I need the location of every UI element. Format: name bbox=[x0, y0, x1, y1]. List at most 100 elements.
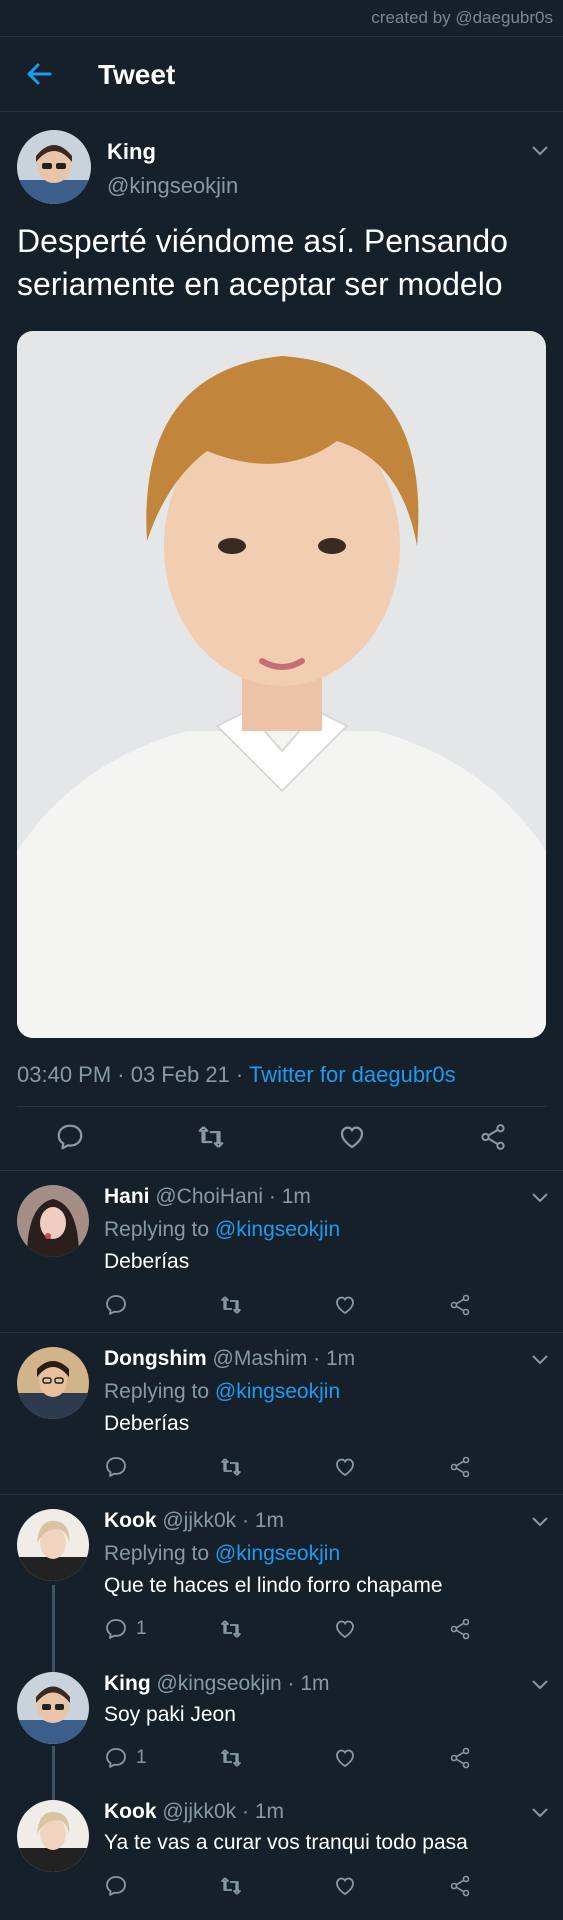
replying-to: Replying to @kingseokjin bbox=[104, 1218, 341, 1241]
reply-text: Deberías bbox=[104, 1250, 190, 1273]
reply-header: Dongshim @Mashim · 1m bbox=[104, 1347, 355, 1371]
like-button[interactable] bbox=[333, 1871, 357, 1901]
author-name[interactable]: King bbox=[107, 139, 156, 165]
reply-button[interactable] bbox=[104, 1871, 136, 1901]
reply-author-name[interactable]: Kook bbox=[104, 1800, 157, 1823]
reply-icon bbox=[106, 1295, 126, 1315]
mention-link[interactable]: @kingseokjin bbox=[215, 1542, 340, 1565]
share-icon bbox=[450, 1294, 470, 1316]
reply-meta: @jjkk0k · 1m bbox=[156, 1800, 284, 1823]
share-icon bbox=[481, 1124, 505, 1150]
reply-button[interactable] bbox=[104, 1452, 136, 1482]
reply-count: 1 bbox=[136, 1747, 147, 1768]
reply-icon bbox=[57, 1124, 83, 1150]
like-button[interactable] bbox=[333, 1452, 357, 1482]
avatar[interactable] bbox=[17, 1185, 89, 1257]
reply-icon bbox=[106, 1876, 126, 1896]
mention-link[interactable]: @kingseokjin bbox=[215, 1218, 340, 1241]
reply-count: 1 bbox=[136, 1618, 147, 1639]
retweet-icon bbox=[198, 1126, 224, 1148]
avatar[interactable] bbox=[17, 1509, 89, 1581]
reply-header: King @kingseokjin · 1m bbox=[104, 1672, 330, 1696]
back-arrow-icon[interactable] bbox=[24, 59, 54, 89]
retweet-icon bbox=[221, 1620, 241, 1638]
reply-author-name[interactable]: Hani bbox=[104, 1185, 150, 1208]
reply-meta: @Mashim · 1m bbox=[206, 1347, 356, 1370]
replying-to: Replying to @kingseokjin bbox=[104, 1380, 341, 1403]
retweet-button[interactable] bbox=[218, 1452, 244, 1482]
chevron-down-icon[interactable] bbox=[531, 1678, 549, 1690]
reply-author-name[interactable]: Dongshim bbox=[104, 1347, 207, 1370]
replying-to: Replying to @kingseokjin bbox=[104, 1542, 341, 1565]
top-bar: Tweet bbox=[0, 36, 563, 112]
share-button[interactable] bbox=[448, 1614, 472, 1644]
author-handle[interactable]: @kingseokjin bbox=[107, 173, 238, 199]
reply-meta: @kingseokjin · 1m bbox=[150, 1672, 330, 1695]
chevron-down-icon[interactable] bbox=[531, 1515, 549, 1527]
thread-line bbox=[52, 1585, 55, 1677]
mention-link[interactable]: @kingseokjin bbox=[215, 1380, 340, 1403]
thread-line bbox=[52, 1746, 55, 1800]
reply-text: Que te haces el lindo forro chapame bbox=[104, 1574, 443, 1597]
reply-button[interactable] bbox=[55, 1122, 85, 1152]
like-icon bbox=[336, 1458, 354, 1477]
avatar[interactable] bbox=[17, 1347, 89, 1419]
retweet-button[interactable] bbox=[196, 1122, 226, 1152]
avatar[interactable] bbox=[17, 1800, 89, 1872]
like-icon bbox=[336, 1620, 354, 1639]
reply-text: Deberías bbox=[104, 1412, 190, 1435]
reply-header: Kook @jjkk0k · 1m bbox=[104, 1509, 284, 1533]
reply-header: Hani @ChoiHani · 1m bbox=[104, 1185, 311, 1209]
like-button[interactable] bbox=[333, 1614, 357, 1644]
share-icon bbox=[450, 1456, 470, 1478]
page-title: Tweet bbox=[98, 59, 176, 90]
retweet-button[interactable] bbox=[218, 1614, 244, 1644]
credit-text: created by @daegubr0s bbox=[371, 8, 553, 27]
share-button[interactable] bbox=[448, 1290, 472, 1320]
reply-icon bbox=[106, 1619, 126, 1639]
reply-header: Kook @jjkk0k · 1m bbox=[104, 1800, 284, 1824]
retweet-icon bbox=[221, 1749, 241, 1767]
reply-button[interactable]: 1 bbox=[104, 1614, 147, 1644]
retweet-button[interactable] bbox=[218, 1290, 244, 1320]
reply-text: Soy paki Jeon bbox=[104, 1703, 236, 1726]
chevron-down-icon[interactable] bbox=[531, 1191, 549, 1203]
divider bbox=[17, 1106, 546, 1107]
retweet-button[interactable] bbox=[218, 1871, 244, 1901]
like-button[interactable] bbox=[333, 1743, 357, 1773]
reply-meta: @ChoiHani · 1m bbox=[149, 1185, 311, 1208]
share-button[interactable] bbox=[478, 1122, 508, 1152]
tweet-timestamp: 03:40 PM · 03 Feb 21 · Twitter for daegu… bbox=[17, 1062, 456, 1088]
reply-text: Ya te vas a curar vos tranqui todo pasa bbox=[104, 1831, 468, 1854]
chevron-down-icon[interactable] bbox=[531, 144, 549, 156]
avatar[interactable] bbox=[17, 130, 91, 204]
retweet-icon bbox=[221, 1296, 241, 1314]
tweet-photo[interactable] bbox=[17, 331, 546, 1038]
divider bbox=[0, 1332, 563, 1333]
reply-author-name[interactable]: King bbox=[104, 1672, 151, 1695]
share-button[interactable] bbox=[448, 1743, 472, 1773]
divider bbox=[0, 1494, 563, 1495]
reply-button[interactable] bbox=[104, 1290, 136, 1320]
like-icon bbox=[340, 1126, 364, 1149]
reply-icon bbox=[106, 1748, 126, 1768]
chevron-down-icon[interactable] bbox=[531, 1806, 549, 1818]
tweet-source-link[interactable]: Twitter for daegubr0s bbox=[249, 1062, 456, 1087]
retweet-icon bbox=[221, 1877, 241, 1895]
like-icon bbox=[336, 1296, 354, 1315]
reply-meta: @jjkk0k · 1m bbox=[156, 1509, 284, 1532]
reply-button[interactable]: 1 bbox=[104, 1743, 147, 1773]
retweet-button[interactable] bbox=[218, 1743, 244, 1773]
like-button[interactable] bbox=[337, 1122, 367, 1152]
divider bbox=[0, 1170, 563, 1171]
share-icon bbox=[450, 1747, 470, 1769]
reply-author-name[interactable]: Kook bbox=[104, 1509, 157, 1532]
avatar[interactable] bbox=[17, 1672, 89, 1744]
tweet-time: 03:40 PM · 03 Feb 21 · bbox=[17, 1062, 249, 1087]
like-button[interactable] bbox=[333, 1290, 357, 1320]
chevron-down-icon[interactable] bbox=[531, 1353, 549, 1365]
share-button[interactable] bbox=[448, 1871, 472, 1901]
share-button[interactable] bbox=[448, 1452, 472, 1482]
reply-icon bbox=[106, 1457, 126, 1477]
like-icon bbox=[336, 1877, 354, 1896]
